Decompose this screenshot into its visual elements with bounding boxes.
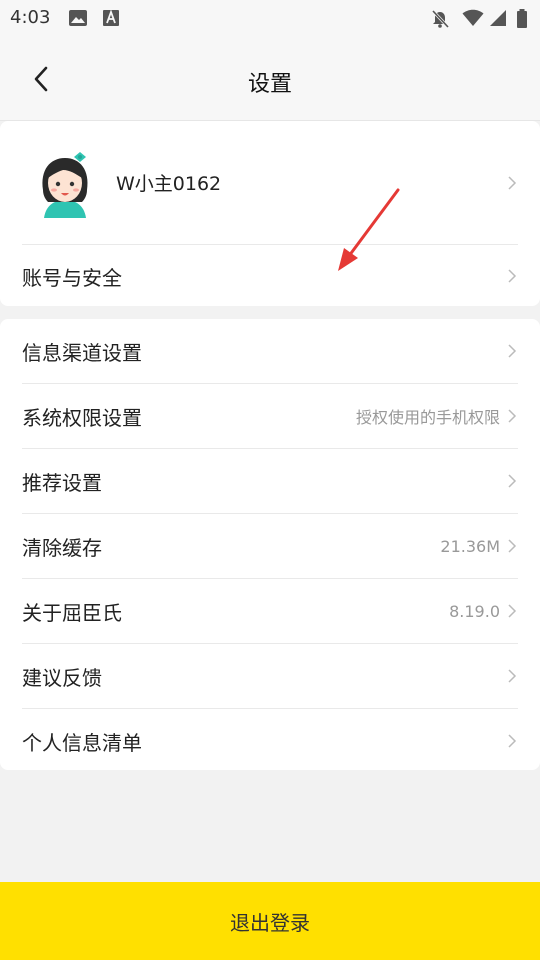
row-label: 推荐设置	[22, 470, 102, 495]
chevron-right-icon	[508, 344, 517, 358]
personal-info-list-item[interactable]: 个人信息清单	[22, 709, 518, 773]
profile-card: W小主0162 账号与安全	[0, 121, 540, 306]
row-label: 信息渠道设置	[22, 340, 142, 365]
about-item[interactable]: 关于屈臣氏 8.19.0	[22, 579, 518, 644]
chevron-right-icon	[508, 175, 517, 190]
feedback-item[interactable]: 建议反馈	[22, 644, 518, 709]
chevron-right-icon	[508, 539, 517, 553]
battery-icon	[517, 9, 527, 28]
recommend-settings-item[interactable]: 推荐设置	[22, 449, 518, 514]
chevron-right-icon	[508, 474, 517, 488]
row-value: 8.19.0	[449, 601, 500, 621]
status-bar: 4:03	[0, 0, 540, 36]
image-icon	[69, 10, 87, 26]
row-label: 关于屈臣氏	[22, 600, 122, 625]
page-title: 设置	[247, 72, 292, 97]
profile-row[interactable]: W小主0162	[22, 121, 518, 245]
logout-label: 退出登录	[230, 910, 310, 935]
row-label: 清除缓存	[22, 535, 102, 560]
system-permission-settings-item[interactable]: 系统权限设置 授权使用的手机权限	[22, 384, 518, 449]
chevron-right-icon	[508, 669, 517, 683]
username: W小主0162	[116, 173, 222, 195]
top-bar: 设置	[0, 36, 540, 121]
account-security-item[interactable]: 账号与安全	[22, 244, 518, 308]
chevron-right-icon	[508, 734, 517, 748]
row-label: 系统权限设置	[22, 405, 142, 430]
row-label: 个人信息清单	[22, 730, 142, 755]
row-value: 21.36M	[440, 536, 500, 556]
chevron-right-icon	[508, 409, 517, 423]
chevron-right-icon	[508, 604, 517, 618]
wifi-icon	[462, 9, 484, 26]
a-badge-icon	[103, 9, 119, 26]
avatar	[42, 151, 88, 218]
row-label: 账号与安全	[22, 265, 122, 290]
annotation-arrow	[338, 188, 400, 271]
status-time: 4:03	[10, 7, 51, 28]
info-channel-settings-item[interactable]: 信息渠道设置	[22, 319, 518, 384]
logout-button[interactable]: 退出登录	[0, 882, 540, 960]
row-value: 授权使用的手机权限	[355, 408, 500, 427]
row-label: 建议反馈	[22, 665, 102, 690]
cell-signal-icon	[490, 10, 506, 26]
settings-card: 信息渠道设置 系统权限设置 授权使用的手机权限 推荐设置 清除缓存 21.36M…	[0, 319, 540, 770]
chevron-right-icon	[508, 269, 517, 283]
clear-cache-item[interactable]: 清除缓存 21.36M	[22, 514, 518, 579]
bell-off-icon	[431, 9, 450, 29]
